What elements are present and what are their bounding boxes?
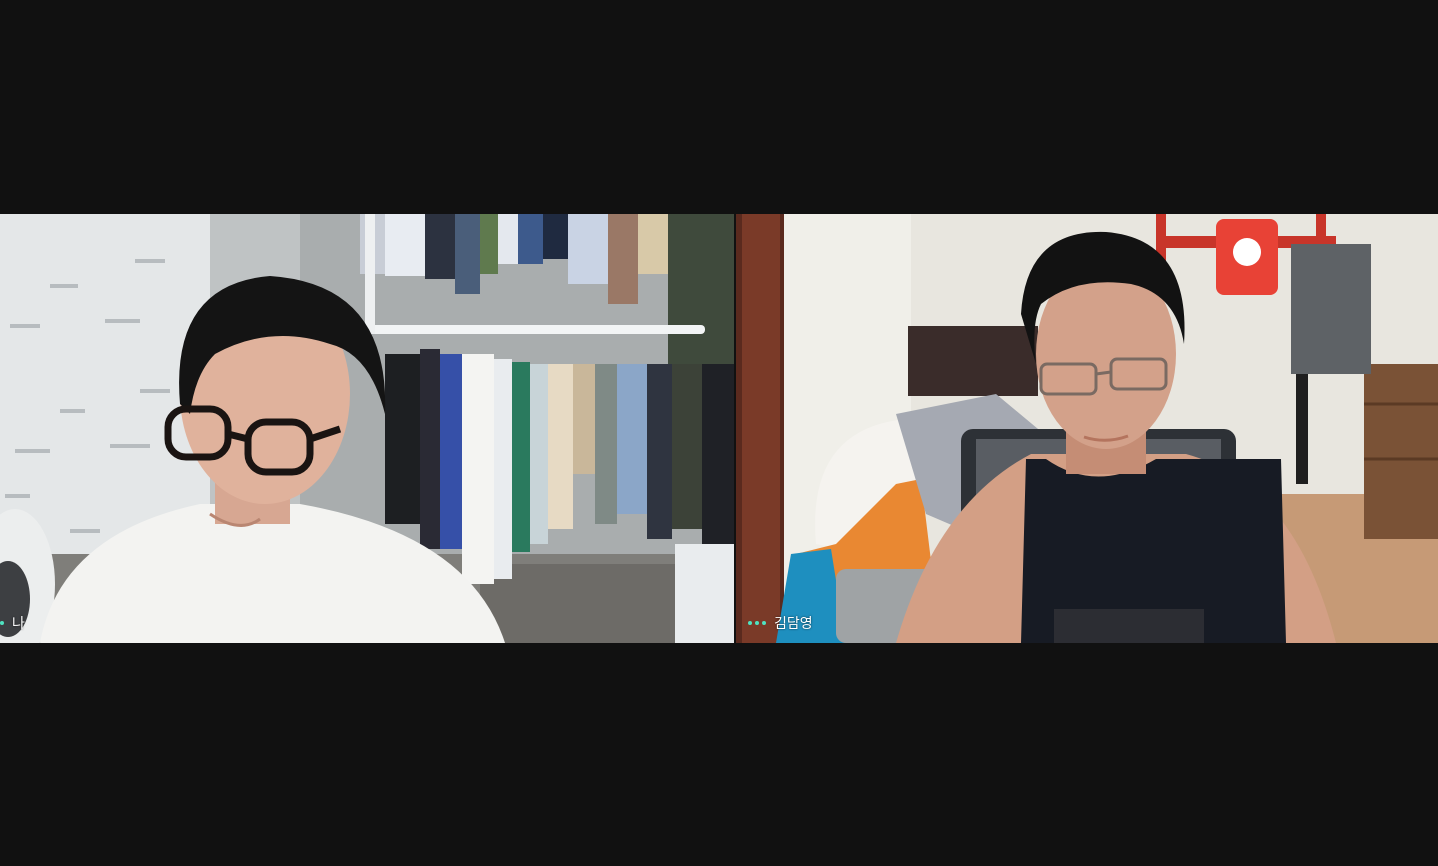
remote-video-feed xyxy=(736,214,1438,643)
speaking-indicator-icon xyxy=(0,621,4,625)
participant-name: 김담영 xyxy=(774,616,813,632)
video-tile-self[interactable]: 나 xyxy=(0,214,734,643)
video-tile-remote[interactable]: 김담영 xyxy=(736,214,1438,643)
video-call-stage: 나 김담영 xyxy=(0,0,1438,866)
speaking-indicator-icon xyxy=(748,621,766,625)
participant-name-tag: 김담영 xyxy=(748,613,813,633)
self-video-feed xyxy=(0,214,734,643)
participant-name: 나 xyxy=(12,616,25,632)
participant-name-tag: 나 xyxy=(0,613,25,633)
